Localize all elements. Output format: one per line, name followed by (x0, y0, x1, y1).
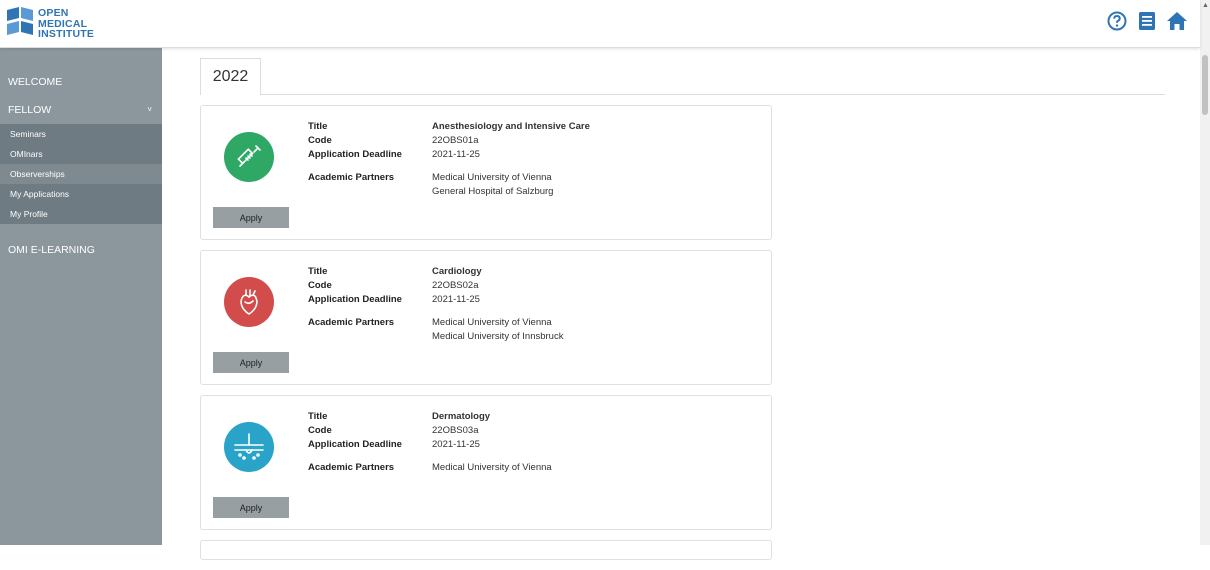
partners-label: Academic Partners (308, 462, 395, 473)
logo-line-3: INSTITUTE (38, 28, 95, 41)
deadline-label: Application Deadline (308, 149, 402, 160)
home-icon[interactable] (1166, 10, 1188, 32)
apply-button[interactable]: Apply (213, 497, 289, 518)
sidebar-item-my-profile[interactable]: My Profile (0, 204, 162, 224)
year-tabs: 2022 (200, 48, 1165, 95)
program-code: 22OBS02a (432, 280, 479, 291)
heart-icon (224, 277, 274, 327)
code-label: Code (308, 425, 332, 436)
sidebar-item-seminars[interactable]: Seminars (0, 124, 162, 144)
scrollbar-thumb[interactable] (1202, 55, 1208, 115)
sidebar-item-fellow[interactable]: FELLOW ˅ (0, 96, 162, 124)
program-code: 22OBS01a (432, 135, 479, 146)
sidebar-item-ominars[interactable]: OMInars (0, 144, 162, 164)
program-partner: Medical University of Vienna (432, 172, 552, 183)
logo-text: OPEN MEDICAL INSTITUTE (38, 8, 94, 40)
program-partner: Medical University of Innsbruck (432, 331, 564, 342)
fellow-subnav: Seminars OMInars Observerships My Applic… (0, 124, 162, 224)
program-deadline: 2021-11-25 (432, 149, 480, 160)
deadline-label: Application Deadline (308, 439, 402, 450)
title-label: Title (308, 266, 328, 277)
program-partner: General Hospital of Salzburg (432, 186, 554, 197)
sidebar-item-my-applications[interactable]: My Applications (0, 184, 162, 204)
program-title: Anesthesiology and Intensive Care (432, 121, 590, 132)
tab-2022[interactable]: 2022 (200, 58, 261, 95)
page-scrollbar[interactable]: ▲ (1200, 0, 1210, 545)
program-fields: Title Anesthesiology and Intensive Care C… (308, 120, 590, 199)
top-bar: OPEN MEDICAL INSTITUTE (0, 0, 1200, 48)
sidebar-item-welcome[interactable]: WELCOME (0, 68, 162, 96)
main-content: 2022 Title Anesthesiology and Intensive C… (200, 48, 1165, 560)
code-label: Code (308, 280, 332, 291)
sidebar-item-fellow-label: FELLOW (8, 104, 52, 116)
program-partner: Medical University of Vienna (432, 462, 552, 473)
title-label: Title (308, 411, 328, 422)
program-title: Cardiology (432, 266, 482, 277)
program-list: Title Anesthesiology and Intensive Care C… (200, 105, 772, 570)
program-partner: Medical University of Vienna (432, 317, 552, 328)
omi-logo-mark-icon (7, 7, 33, 35)
program-card: Title Anesthesiology and Intensive Care C… (200, 105, 772, 240)
sidebar-item-omi-e-learning[interactable]: OMI E-LEARNING (0, 236, 162, 264)
partners-label: Academic Partners (308, 172, 395, 183)
omi-logo[interactable]: OPEN MEDICAL INSTITUTE (6, 6, 94, 42)
program-deadline: 2021-11-25 (432, 439, 480, 450)
help-circle-icon[interactable] (1106, 10, 1128, 32)
apply-button[interactable]: Apply (213, 352, 289, 373)
sidebar: WELCOME FELLOW ˅ Seminars OMInars Observ… (0, 48, 162, 545)
program-card: Title Cardiology Code 22OBS02a Application… (200, 250, 772, 385)
syringe-icon (224, 132, 274, 182)
program-fields: Title Dermatology Code 22OBS03a Applicatio… (308, 410, 552, 475)
program-deadline: 2021-11-25 (432, 294, 480, 305)
title-label: Title (308, 121, 328, 132)
book-icon[interactable] (1136, 10, 1158, 32)
chevron-down-icon: ˅ (147, 105, 152, 114)
program-card: Title Dermatology Code 22OBS03a Applicatio… (200, 395, 772, 530)
top-icons (1106, 10, 1188, 32)
apply-button[interactable]: Apply (213, 207, 289, 228)
partners-label: Academic Partners (308, 317, 395, 328)
sidebar-item-observerships[interactable]: Observerships (0, 164, 162, 184)
skin-hair-icon (224, 422, 274, 472)
program-fields: Title Cardiology Code 22OBS02a Application… (308, 265, 563, 344)
program-code: 22OBS03a (432, 425, 479, 436)
code-label: Code (308, 135, 332, 146)
program-title: Dermatology (432, 411, 491, 422)
program-card (200, 540, 772, 560)
deadline-label: Application Deadline (308, 294, 402, 305)
scroll-up-icon[interactable]: ▲ (1202, 2, 1209, 9)
